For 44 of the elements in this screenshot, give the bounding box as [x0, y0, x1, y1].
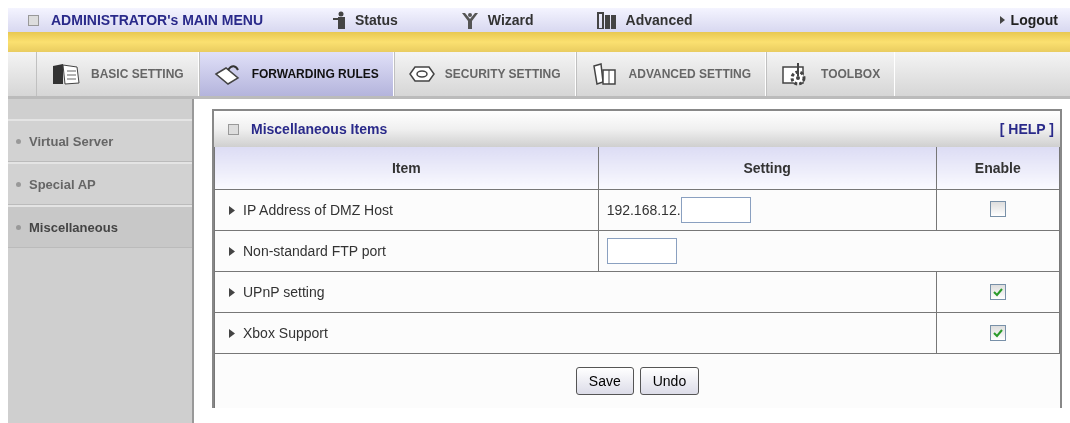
- item-label: Non-standard FTP port: [243, 243, 386, 260]
- tab[interactable]: ADVANCED SETTING: [575, 52, 767, 96]
- menu-link[interactable]: Wizard: [459, 11, 534, 29]
- menu-title: ADMINISTRATOR's MAIN MENU: [51, 12, 264, 28]
- triangle-icon: [999, 16, 1005, 24]
- folder-icon: [51, 62, 81, 86]
- sidebar-item[interactable]: Special AP: [8, 162, 192, 205]
- action-button[interactable]: Save: [575, 367, 634, 395]
- column-header: Item: [214, 147, 599, 190]
- help-link[interactable]: [ HELP ]: [999, 121, 1054, 137]
- figure-icon: [459, 11, 480, 29]
- triangle-icon: [229, 246, 235, 256]
- triangle-icon: [229, 287, 235, 297]
- square-icon: [228, 123, 239, 135]
- item-label: Xbox Support: [243, 325, 328, 342]
- checkbox[interactable]: [989, 284, 1006, 301]
- column-header: Enable: [936, 147, 1060, 190]
- item-label: UPnP setting: [243, 284, 325, 301]
- sidebar-item[interactable]: Miscellaneous: [8, 205, 192, 248]
- triangle-icon: [229, 205, 235, 215]
- books-icon: [595, 11, 618, 29]
- nut-icon: [408, 64, 435, 84]
- menu-link[interactable]: Status: [333, 11, 398, 29]
- checkbox[interactable]: [989, 325, 1006, 342]
- books-icon: [590, 62, 619, 86]
- input-field[interactable]: [606, 238, 677, 264]
- menu-link[interactable]: Advanced: [595, 11, 693, 29]
- column-header: Setting: [598, 147, 937, 190]
- panel-title: Miscellaneous Items: [251, 121, 388, 137]
- checkbox[interactable]: [989, 200, 1006, 217]
- tab[interactable]: TOOLBOX: [766, 52, 896, 96]
- sidebar-item[interactable]: Virtual Server: [8, 119, 192, 162]
- input-field[interactable]: [680, 197, 751, 223]
- square-icon: [28, 14, 39, 26]
- papers-icon: [213, 62, 242, 86]
- tab[interactable]: BASIC SETTING: [36, 52, 199, 96]
- ip-prefix: 192.168.12.: [606, 201, 681, 218]
- action-button[interactable]: Undo: [639, 367, 700, 395]
- person-icon: [333, 11, 348, 29]
- logout-link[interactable]: Logout: [999, 12, 1058, 28]
- item-label: IP Address of DMZ Host: [243, 202, 393, 219]
- tab[interactable]: FORWARDING RULES: [198, 52, 394, 96]
- triangle-icon: [229, 328, 235, 338]
- tab[interactable]: SECURITY SETTING: [393, 52, 576, 96]
